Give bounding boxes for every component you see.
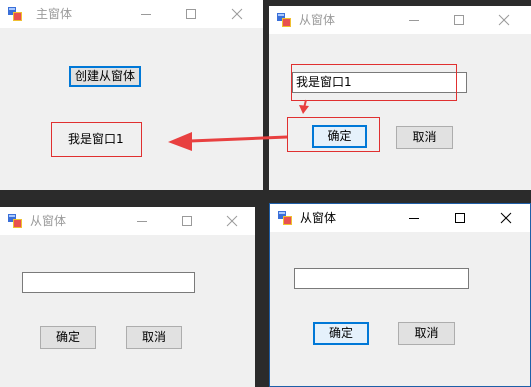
maximize-icon[interactable] [177,211,197,231]
minimize-icon[interactable] [132,211,152,231]
child-window-active: 从窗体 确定 取消 [269,203,531,387]
title-bar[interactable]: 从窗体 [270,204,530,232]
message-textbox[interactable] [294,268,469,289]
highlight-box [51,122,142,157]
cancel-button[interactable]: 取消 [126,326,182,349]
close-icon[interactable] [222,211,242,231]
maximize-icon[interactable] [450,208,470,228]
cancel-button[interactable]: 取消 [398,322,455,345]
app-icon [277,13,291,27]
maximize-icon[interactable] [449,10,469,30]
close-icon[interactable] [494,10,514,30]
maximize-icon[interactable] [181,4,201,24]
close-icon[interactable] [496,208,516,228]
close-icon[interactable] [227,4,247,24]
cancel-button[interactable]: 取消 [396,126,453,149]
title-bar[interactable]: 从窗体 [0,207,255,235]
message-textbox[interactable] [22,272,195,293]
app-icon [278,211,292,225]
child-window-empty: 从窗体 确定 取消 [0,207,255,387]
minimize-icon[interactable] [404,10,424,30]
app-icon [8,7,22,21]
ok-button[interactable]: 确定 [40,326,96,349]
main-window: 主窗体 创建从窗体 我是窗口1 [0,0,263,190]
textbox-highlight-box [291,64,457,101]
create-child-button[interactable]: 创建从窗体 [69,66,141,87]
minimize-icon[interactable] [136,4,156,24]
app-icon [8,214,22,228]
window-title: 从窗体 [300,211,337,225]
minimize-icon[interactable] [404,208,424,228]
window-title: 主窗体 [36,7,73,21]
ok-highlight-box [287,117,380,152]
ok-button[interactable]: 确定 [313,322,369,345]
window-title: 从窗体 [30,214,67,228]
title-bar[interactable]: 从窗体 [269,6,531,34]
child-window-filled: 从窗体 我是窗口1 确定 取消 [269,6,531,190]
title-bar[interactable]: 主窗体 [0,0,263,28]
window-title: 从窗体 [299,13,336,27]
